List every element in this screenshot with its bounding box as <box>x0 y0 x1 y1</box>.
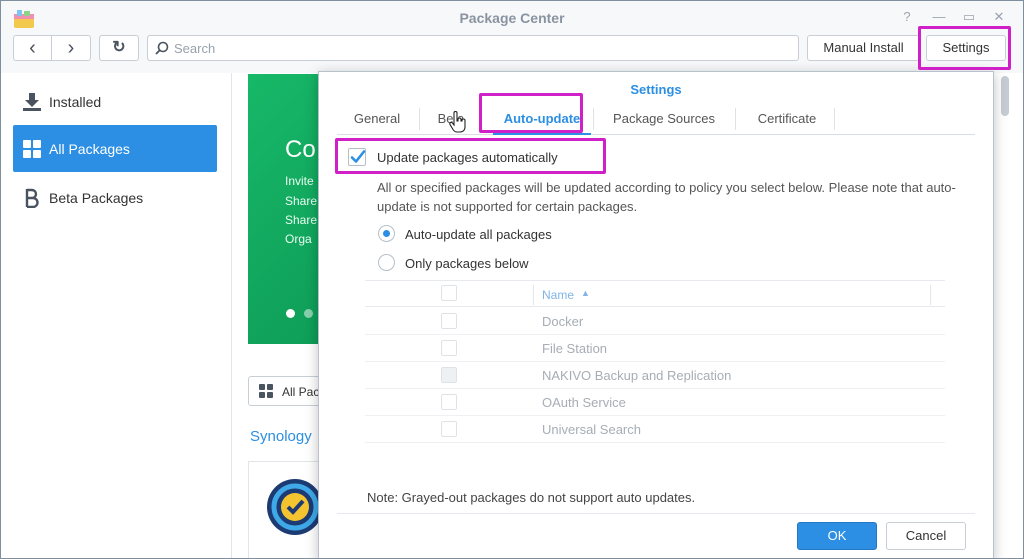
column-separator <box>930 285 931 305</box>
section-title: Synology <box>250 428 312 445</box>
beta-icon <box>25 188 39 208</box>
hand-cursor-icon <box>449 111 466 133</box>
carousel-dot[interactable] <box>304 309 313 318</box>
tab-separator <box>735 108 736 130</box>
table-row: NAKIVO Backup and Replication <box>365 362 945 389</box>
close-icon[interactable]: ✕ <box>991 10 1007 24</box>
ok-button[interactable]: OK <box>797 522 877 550</box>
tab-separator <box>593 108 594 130</box>
sidebar-item-beta-packages[interactable]: Beta Packages <box>13 174 217 221</box>
banner-line: Share <box>285 213 318 227</box>
search-icon <box>155 41 169 55</box>
sidebar-item-label: All Packages <box>49 141 130 157</box>
sidebar-item-label: Installed <box>49 94 102 110</box>
grid-icon <box>23 140 41 158</box>
auto-update-checkbox-label[interactable]: Update packages automatically <box>377 150 558 165</box>
row-checkbox <box>441 340 457 356</box>
sidebar-item-installed[interactable]: Installed <box>13 78 217 125</box>
window-title: Package Center <box>459 10 565 26</box>
cancel-button[interactable]: Cancel <box>886 522 966 550</box>
refresh-button[interactable]: ↻ <box>99 35 139 61</box>
radio-auto-update-all[interactable] <box>378 225 395 242</box>
package-logo-icon <box>267 479 323 535</box>
package-name: File Station <box>542 341 608 356</box>
title-bar: Package Center ? — ▭ ✕ <box>1 1 1023 33</box>
download-icon <box>23 93 41 111</box>
grayed-out-note: Note: Grayed-out packages do not support… <box>367 490 696 505</box>
auto-update-description: All or specified packages will be update… <box>377 180 956 214</box>
radio-auto-update-all-label[interactable]: Auto-update all packages <box>405 227 552 242</box>
footer-divider <box>337 513 975 514</box>
search-box[interactable] <box>147 35 799 61</box>
package-table: Name ▲ Docker File Station NAKIVO Backup… <box>365 280 945 446</box>
banner-line: Orga <box>285 232 312 246</box>
banner-line: Share <box>285 194 318 208</box>
dialog-title: Settings <box>630 82 682 97</box>
column-header-name[interactable]: Name <box>542 288 574 302</box>
tab-certificate[interactable]: Certificate <box>741 111 833 135</box>
tab-separator <box>419 108 420 130</box>
tab-package-sources[interactable]: Package Sources <box>599 111 729 135</box>
row-checkbox <box>441 421 457 437</box>
maximize-icon[interactable]: ▭ <box>961 10 977 24</box>
sort-ascending-icon: ▲ <box>581 288 590 298</box>
row-checkbox <box>441 394 457 410</box>
settings-dialog: Settings General Beta Auto-update Packag… <box>318 71 994 558</box>
filter-label: All Pac <box>282 385 320 399</box>
scrollbar-thumb[interactable] <box>1001 76 1009 116</box>
grid-icon <box>259 384 273 398</box>
tab-bar: General Beta Auto-update Package Sources… <box>337 105 975 135</box>
settings-button[interactable]: Settings <box>926 35 1006 61</box>
row-checkbox <box>441 367 457 383</box>
search-input[interactable] <box>174 39 774 57</box>
sidebar-item-label: Beta Packages <box>49 190 144 206</box>
forward-button[interactable]: › <box>51 35 91 61</box>
sidebar-item-all-packages[interactable]: All Packages <box>13 125 217 172</box>
checkmark-icon <box>350 150 366 163</box>
tab-general[interactable]: General <box>337 111 417 135</box>
row-checkbox <box>441 313 457 329</box>
banner-line: Invite <box>285 174 314 188</box>
table-row: Universal Search <box>365 416 945 443</box>
select-all-checkbox <box>441 285 457 301</box>
package-name: OAuth Service <box>542 395 626 410</box>
column-separator <box>533 285 534 305</box>
table-row: File Station <box>365 335 945 362</box>
package-center-window: Package Center ? — ▭ ✕ ‹ › ↻ Manual Inst… <box>0 0 1024 559</box>
tab-auto-update[interactable]: Auto-update <box>493 111 591 135</box>
manual-install-button[interactable]: Manual Install <box>807 35 920 61</box>
minimize-icon[interactable]: — <box>931 10 947 24</box>
package-name: Universal Search <box>542 422 641 437</box>
carousel-dot-active[interactable] <box>286 309 295 318</box>
package-name: NAKIVO Backup and Replication <box>542 368 732 383</box>
tab-separator <box>834 108 835 130</box>
banner-title: Co <box>285 136 316 163</box>
package-name: Docker <box>542 314 584 329</box>
table-row: Docker <box>365 308 945 335</box>
table-header: Name ▲ <box>365 280 945 307</box>
sidebar-divider <box>231 73 232 558</box>
radio-only-packages-below-label[interactable]: Only packages below <box>405 256 529 271</box>
table-row: OAuth Service <box>365 389 945 416</box>
toolbar: ‹ › ↻ Manual Install Settings <box>1 33 1023 73</box>
radio-only-packages-below[interactable] <box>378 254 395 271</box>
auto-update-checkbox[interactable] <box>348 148 366 166</box>
help-icon[interactable]: ? <box>899 10 915 24</box>
back-button[interactable]: ‹ <box>13 35 52 61</box>
sidebar: Installed All Packages Beta Packages <box>1 73 231 558</box>
